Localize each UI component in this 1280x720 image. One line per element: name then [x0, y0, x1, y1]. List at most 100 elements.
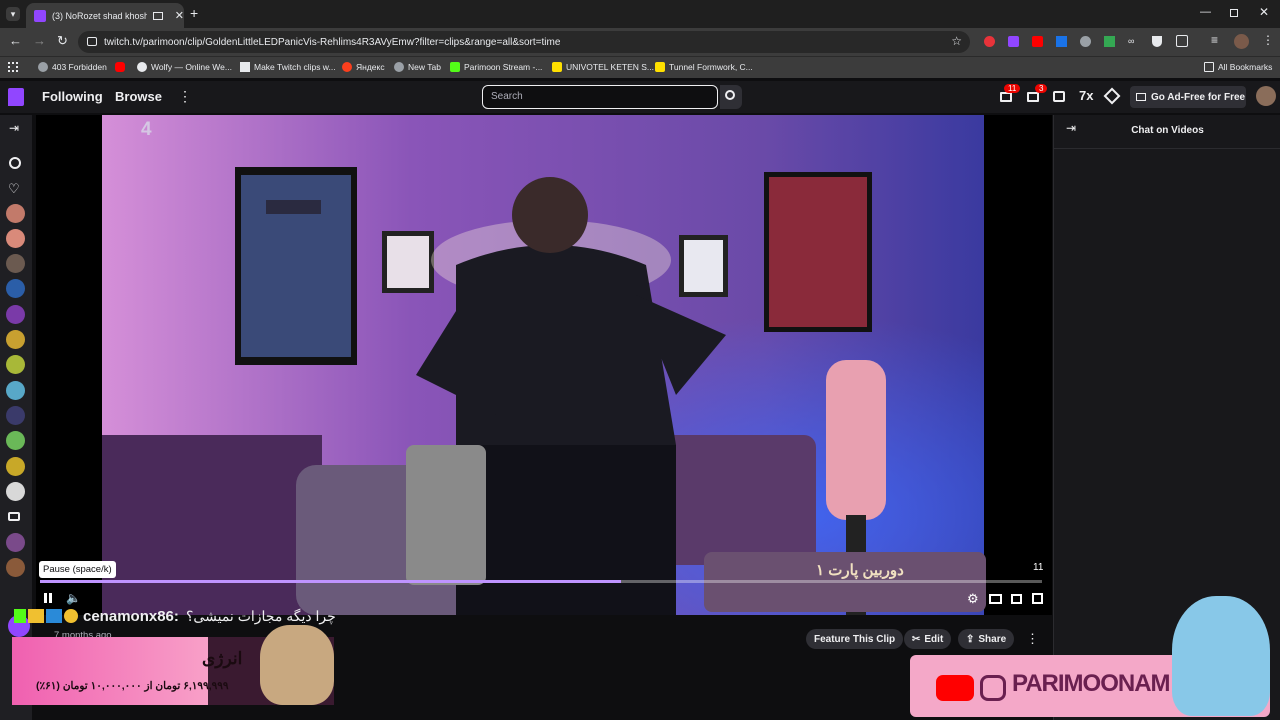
discover-icon[interactable]: [9, 157, 21, 169]
reload-icon[interactable]: ↻: [57, 33, 68, 49]
channel-avatar[interactable]: [6, 204, 25, 223]
search-input[interactable]: Search: [482, 85, 718, 109]
search-button[interactable]: [720, 85, 742, 109]
inbox-icon[interactable]: [1000, 92, 1012, 102]
share-button[interactable]: ⇪ Share: [958, 629, 1015, 649]
channel-avatar[interactable]: [6, 457, 25, 476]
twitch-logo-icon[interactable]: [8, 88, 24, 106]
edit-button[interactable]: ✂ Edit: [904, 629, 952, 649]
bits-icon[interactable]: [1103, 87, 1121, 105]
extension-counter-icon[interactable]: [1056, 36, 1067, 47]
chat-header: Chat on Videos: [1131, 125, 1204, 136]
browser-tab-bar: ▾ (3) NoRozet shad khoshgeli ✕ + — ✕: [0, 0, 1280, 28]
channel-avatar[interactable]: [6, 279, 25, 298]
goal-progress-text: ۶,۱۹۹,۹۹۹ تومان از ۱۰,۰۰۰,۰۰۰ تومان (۶۱٪…: [36, 680, 229, 692]
volume-icon[interactable]: 🔈: [66, 591, 81, 605]
bookmark-item[interactable]: New Tab: [394, 62, 441, 72]
bookmark-item[interactable]: 403 Forbidden: [38, 62, 107, 72]
channel-avatar[interactable]: [6, 533, 25, 552]
extension-glasses-icon[interactable]: ∞: [1128, 36, 1140, 47]
channel-avatar[interactable]: [6, 431, 25, 450]
pause-tooltip: Pause (space/k): [39, 561, 116, 578]
more-menu-icon[interactable]: ⋮: [178, 88, 192, 105]
reading-list-icon[interactable]: ≡: [1211, 33, 1218, 47]
bookmark-item[interactable]: [115, 62, 129, 72]
overlay-counter: 4: [141, 119, 152, 140]
active-tab[interactable]: (3) NoRozet shad khoshgeli ✕: [26, 3, 184, 28]
channel-avatar[interactable]: [6, 355, 25, 374]
minimize-icon[interactable]: —: [1200, 6, 1211, 18]
pause-button[interactable]: [43, 592, 55, 604]
settings-icon[interactable]: ⚙: [967, 591, 979, 607]
heart-icon[interactable]: ♡: [8, 181, 20, 197]
bookmark-item[interactable]: UNIVOTEL KETEN S...: [552, 62, 654, 72]
youtube-icon: [115, 62, 125, 72]
forward-icon[interactable]: →: [33, 33, 46, 48]
bookmarks-bar: 403 Forbidden Wolfy — Online We... Make …: [0, 56, 1280, 78]
user-avatar[interactable]: [1256, 86, 1276, 106]
extension-green-icon[interactable]: [1104, 36, 1115, 47]
video-player[interactable]: 4 دوربین پارت ۱ Pause (space/k) 11 🔈 ⚙: [36, 115, 1052, 615]
apps-grid-icon[interactable]: [8, 62, 18, 72]
bookmark-item[interactable]: Tunnel Formwork, C...: [655, 62, 753, 72]
more-options-icon[interactable]: ⋮: [1026, 631, 1039, 647]
cat-mascot-icon: [260, 625, 334, 705]
clip-username[interactable]: cenamonx86:: [83, 608, 179, 625]
extension-purple-icon[interactable]: [1008, 36, 1019, 47]
globe-icon: [38, 62, 48, 72]
ad-free-button[interactable]: Go Ad-Free for Free: [1130, 86, 1246, 108]
whispers-icon[interactable]: [1053, 91, 1065, 102]
search-icon: [725, 90, 735, 100]
nav-following[interactable]: Following: [42, 89, 103, 104]
bookmark-item[interactable]: Яндекс: [342, 62, 385, 72]
back-icon[interactable]: ←: [9, 33, 22, 48]
channel-avatar[interactable]: [6, 229, 25, 248]
channel-avatar[interactable]: [6, 305, 25, 324]
s-icon: [655, 62, 665, 72]
channel-avatar[interactable]: [6, 406, 25, 425]
video-camera-icon[interactable]: [8, 512, 20, 521]
channel-avatar[interactable]: [6, 330, 25, 349]
browser-menu-icon[interactable]: ⋮: [1262, 33, 1274, 47]
extension-youtube-icon[interactable]: [1032, 36, 1043, 47]
channel-avatar[interactable]: [6, 558, 25, 577]
miniplayer-icon[interactable]: [1011, 594, 1022, 604]
restore-icon[interactable]: [1230, 9, 1238, 17]
channel-avatar[interactable]: [6, 381, 25, 400]
theatre-mode-icon[interactable]: [989, 594, 1002, 604]
browser-toolbar: ← → ↻ twitch.tv/parimoon/clip/GoldenLitt…: [0, 28, 1280, 56]
scissors-icon: ✂: [912, 633, 921, 645]
expand-sidebar-icon[interactable]: ⇥: [9, 121, 19, 135]
fullscreen-icon[interactable]: [1032, 593, 1043, 604]
feature-clip-button[interactable]: Feature This Clip: [806, 629, 904, 649]
new-tab-button[interactable]: +: [190, 5, 198, 21]
bookmark-item[interactable]: Wolfy — Online We...: [137, 62, 232, 72]
nav-browse[interactable]: Browse: [115, 89, 162, 104]
wolfy-icon: [137, 62, 147, 72]
url-text: twitch.tv/parimoon/clip/GoldenLittleLEDP…: [104, 36, 561, 48]
pause-icon-bar: [49, 593, 52, 603]
all-bookmarks[interactable]: All Bookmarks: [1204, 62, 1272, 72]
bookmark-item[interactable]: Make Twitch clips w...: [240, 62, 336, 72]
extension-globe-icon[interactable]: [1080, 36, 1091, 47]
tab-close-icon[interactable]: ✕: [175, 9, 184, 22]
bookmark-item[interactable]: Parimoon Stream -...: [450, 62, 542, 72]
tab-media-icon: [152, 11, 163, 20]
time-remaining: 11: [1033, 562, 1044, 573]
extension-red-icon[interactable]: [984, 36, 995, 47]
tab-list-button[interactable]: ▾: [6, 7, 20, 21]
overlay-banner: دوربین پارت ۱: [816, 562, 904, 579]
drops-badge: 3: [1035, 84, 1048, 93]
drops-icon[interactable]: [1027, 92, 1039, 102]
close-window-icon[interactable]: ✕: [1259, 5, 1269, 19]
bookmark-star-icon[interactable]: ☆: [951, 34, 962, 48]
extension-shield-icon[interactable]: [1152, 36, 1162, 47]
url-bar[interactable]: twitch.tv/parimoon/clip/GoldenLittleLEDP…: [78, 31, 970, 53]
channel-avatar[interactable]: [6, 482, 25, 501]
progress-track[interactable]: [40, 580, 1042, 583]
channel-avatar[interactable]: [6, 254, 25, 273]
site-info-icon[interactable]: [87, 37, 97, 46]
ai-icon[interactable]: 7x: [1079, 88, 1093, 103]
extensions-puzzle-icon[interactable]: [1176, 35, 1188, 47]
profile-avatar[interactable]: [1234, 34, 1249, 49]
